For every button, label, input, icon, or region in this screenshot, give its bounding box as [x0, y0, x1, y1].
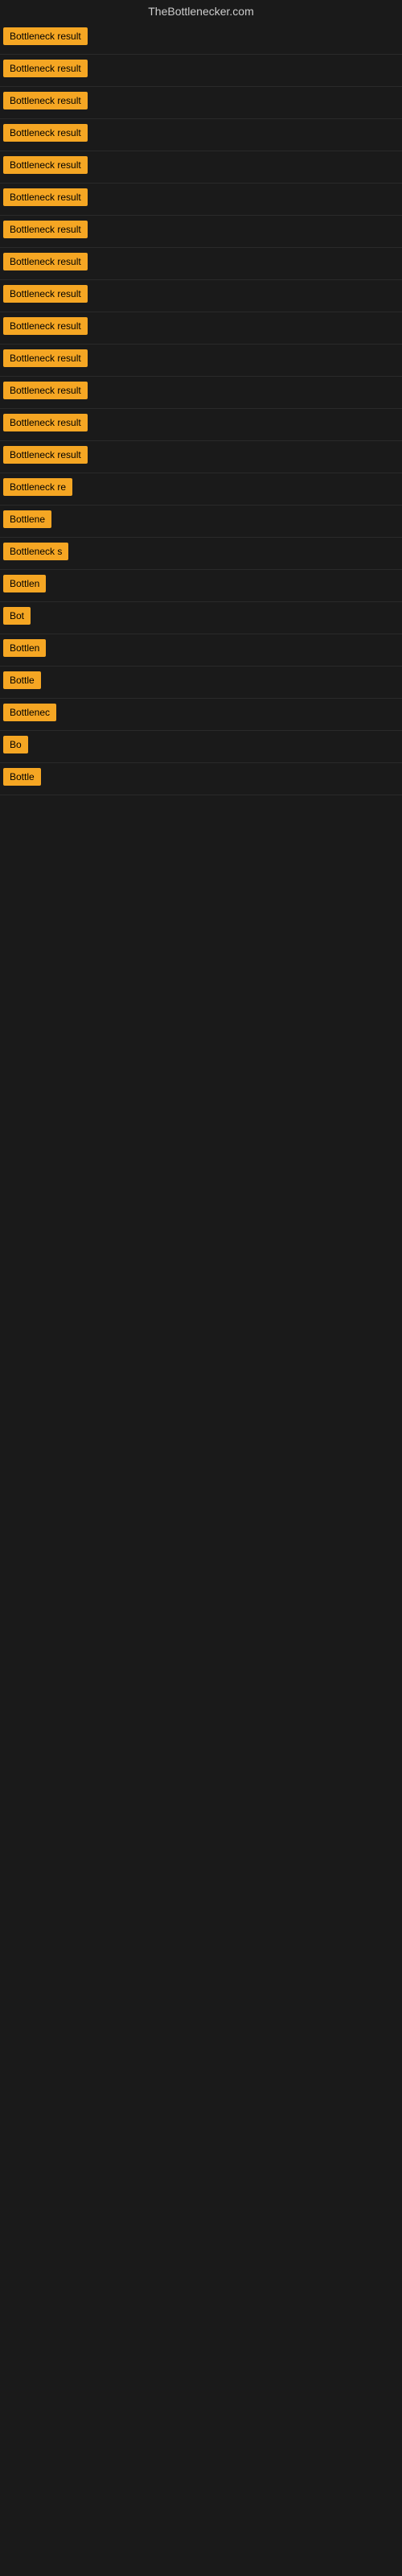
result-row: Bottleneck result [0, 23, 402, 55]
result-row: Bottlen [0, 634, 402, 667]
site-title: TheBottlenecker.com [0, 0, 402, 23]
result-row: Bottleneck result [0, 377, 402, 409]
bottleneck-result-badge[interactable]: Bottleneck result [3, 221, 88, 238]
bottleneck-result-badge[interactable]: Bottleneck result [3, 414, 88, 431]
result-row: Bottlenec [0, 699, 402, 731]
result-row: Bottleneck s [0, 538, 402, 570]
result-row: Bottleneck result [0, 87, 402, 119]
bottleneck-result-badge[interactable]: Bottlene [3, 510, 51, 528]
bottleneck-result-badge[interactable]: Bottleneck result [3, 446, 88, 464]
bottleneck-result-badge[interactable]: Bottleneck re [3, 478, 72, 496]
bottleneck-result-badge[interactable]: Bottleneck result [3, 92, 88, 109]
result-row: Bottleneck result [0, 345, 402, 377]
result-row: Bottleneck result [0, 409, 402, 441]
bottleneck-result-badge[interactable]: Bot [3, 607, 31, 625]
bottleneck-result-badge[interactable]: Bo [3, 736, 28, 753]
bottleneck-result-badge[interactable]: Bottleneck result [3, 253, 88, 270]
bottleneck-result-badge[interactable]: Bottleneck result [3, 27, 88, 45]
results-list: Bottleneck result Bottleneck result Bottle… [0, 23, 402, 795]
result-row: Bottle [0, 763, 402, 795]
bottleneck-result-badge[interactable]: Bottleneck result [3, 124, 88, 142]
result-row: Bottleneck result [0, 441, 402, 473]
result-row: Bottleneck re [0, 473, 402, 506]
bottleneck-result-badge[interactable]: Bottleneck result [3, 60, 88, 77]
site-header: TheBottlenecker.com [0, 0, 402, 23]
result-row: Bottleneck result [0, 248, 402, 280]
bottleneck-result-badge[interactable]: Bottleneck result [3, 285, 88, 303]
result-row: Bot [0, 602, 402, 634]
result-row: Bottleneck result [0, 151, 402, 184]
bottleneck-result-badge[interactable]: Bottlen [3, 639, 46, 657]
result-row: Bottleneck result [0, 119, 402, 151]
bottleneck-result-badge[interactable]: Bottle [3, 768, 41, 786]
result-row: Bottlen [0, 570, 402, 602]
bottleneck-result-badge[interactable]: Bottleneck result [3, 317, 88, 335]
bottleneck-result-badge[interactable]: Bottlenec [3, 704, 56, 721]
result-row: Bottleneck result [0, 55, 402, 87]
result-row: Bottle [0, 667, 402, 699]
bottleneck-result-badge[interactable]: Bottlen [3, 575, 46, 592]
result-row: Bottlene [0, 506, 402, 538]
bottleneck-result-badge[interactable]: Bottleneck result [3, 156, 88, 174]
result-row: Bottleneck result [0, 184, 402, 216]
result-row: Bottleneck result [0, 312, 402, 345]
result-row: Bottleneck result [0, 216, 402, 248]
bottleneck-result-badge[interactable]: Bottleneck result [3, 382, 88, 399]
bottleneck-result-badge[interactable]: Bottle [3, 671, 41, 689]
bottleneck-result-badge[interactable]: Bottleneck result [3, 188, 88, 206]
bottleneck-result-badge[interactable]: Bottleneck s [3, 543, 68, 560]
result-row: Bottleneck result [0, 280, 402, 312]
result-row: Bo [0, 731, 402, 763]
bottleneck-result-badge[interactable]: Bottleneck result [3, 349, 88, 367]
